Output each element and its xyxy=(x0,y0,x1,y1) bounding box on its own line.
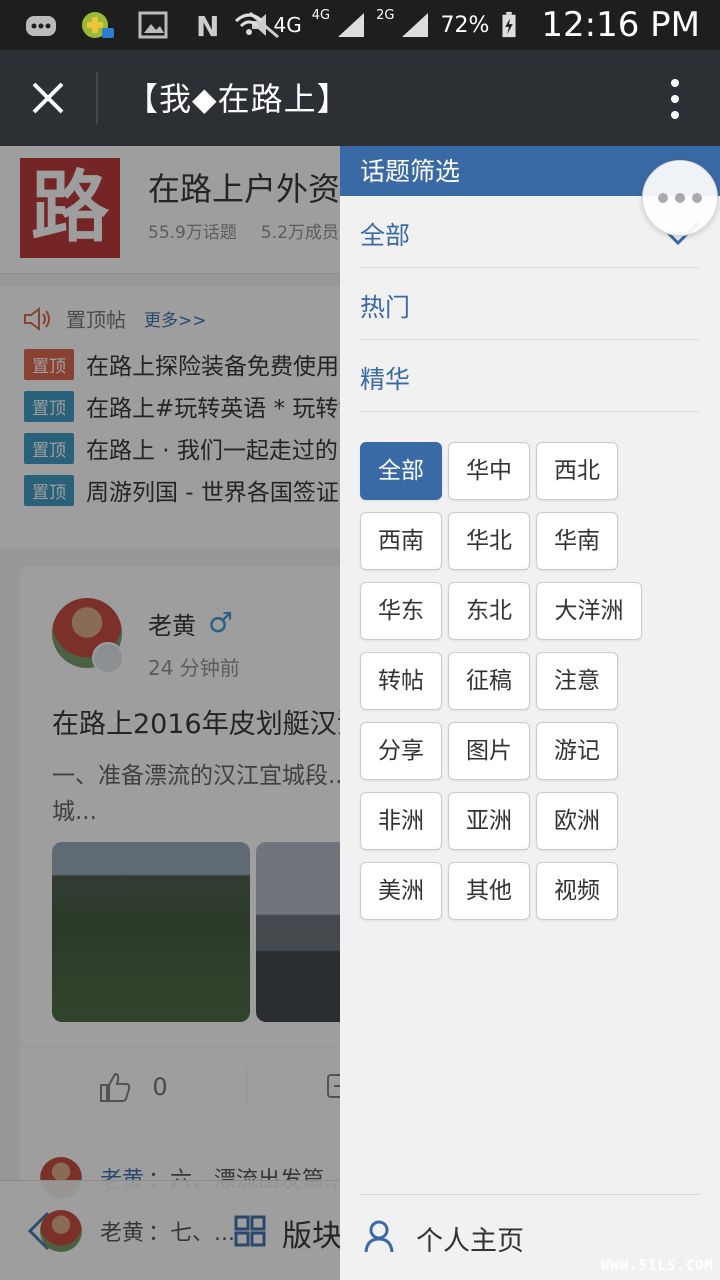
title-divider xyxy=(96,72,98,124)
page-title: 【我◆在路上】 xyxy=(126,80,350,118)
title-bar: 【我◆在路上】 xyxy=(0,50,720,146)
filter-option-hot[interactable]: 热门 xyxy=(360,268,700,340)
tag-button[interactable]: 欧洲 xyxy=(536,792,618,850)
panel-title: 话题筛选 xyxy=(360,157,461,186)
profile-label: 个人主页 xyxy=(416,1226,524,1257)
dot-icon xyxy=(675,193,685,203)
tag-button[interactable]: 图片 xyxy=(448,722,530,780)
tag-button[interactable]: 西南 xyxy=(360,512,442,570)
tag-button[interactable]: 视频 xyxy=(536,862,618,920)
filter-option-featured[interactable]: 精华 xyxy=(360,340,700,412)
tag-button[interactable]: 转帖 xyxy=(360,652,442,710)
tag-button[interactable]: 其他 xyxy=(448,862,530,920)
tag-button[interactable]: 游记 xyxy=(536,722,618,780)
tag-button[interactable]: 华中 xyxy=(448,442,530,500)
network-type-label: 2G xyxy=(376,7,395,23)
topic-filter-panel: 话题筛选 全部 热门 精华 全部 华中 西北 西南 华北 华南 华东 东北 大洋… xyxy=(340,146,720,1280)
tag-button[interactable]: 华南 xyxy=(536,512,618,570)
watermark: WWW.51LS.COM xyxy=(600,1258,714,1274)
dot-icon xyxy=(692,193,702,203)
tag-button[interactable]: 美洲 xyxy=(360,862,442,920)
message-icon xyxy=(26,16,56,36)
filter-option-label: 热门 xyxy=(360,293,411,322)
floating-menu-button[interactable] xyxy=(642,160,718,236)
status-indicators: 4G 4G 2G 72% 12:16 PM xyxy=(234,0,700,50)
dot-icon xyxy=(658,193,668,203)
wifi-icon xyxy=(234,13,263,35)
signal-icon xyxy=(338,13,365,37)
person-icon xyxy=(364,1220,394,1253)
network-type-label: 4G xyxy=(311,7,331,23)
tag-button[interactable]: 注意 xyxy=(536,652,618,710)
nfc-icon: N xyxy=(196,10,219,40)
more-vertical-icon[interactable] xyxy=(670,78,680,120)
tag-button[interactable]: 征稿 xyxy=(448,652,530,710)
tag-button[interactable]: 西北 xyxy=(536,442,618,500)
tag-button[interactable]: 华东 xyxy=(360,582,442,640)
battery-percent: 72% xyxy=(440,12,490,38)
tag-button[interactable]: 亚洲 xyxy=(448,792,530,850)
filter-option-label: 全部 xyxy=(360,221,411,250)
status-bar: N 4G 4G 2G 72% 12:16 PM xyxy=(0,0,720,50)
image-icon xyxy=(138,11,168,39)
signal-icon xyxy=(402,13,429,37)
app-notification-icon xyxy=(82,12,114,38)
clock: 12:16 PM xyxy=(541,5,700,45)
network-type-label: 4G xyxy=(273,13,302,37)
tag-button[interactable]: 非洲 xyxy=(360,792,442,850)
svg-text:N: N xyxy=(196,10,219,40)
filter-option-label: 精华 xyxy=(360,365,411,394)
tag-button[interactable]: 东北 xyxy=(448,582,530,640)
tag-button[interactable]: 大洋洲 xyxy=(536,582,642,640)
close-icon[interactable] xyxy=(26,76,70,120)
tag-button[interactable]: 全部 xyxy=(360,442,442,500)
tag-button[interactable]: 华北 xyxy=(448,512,530,570)
tag-button[interactable]: 分享 xyxy=(360,722,442,780)
battery-charging-icon xyxy=(502,11,516,38)
